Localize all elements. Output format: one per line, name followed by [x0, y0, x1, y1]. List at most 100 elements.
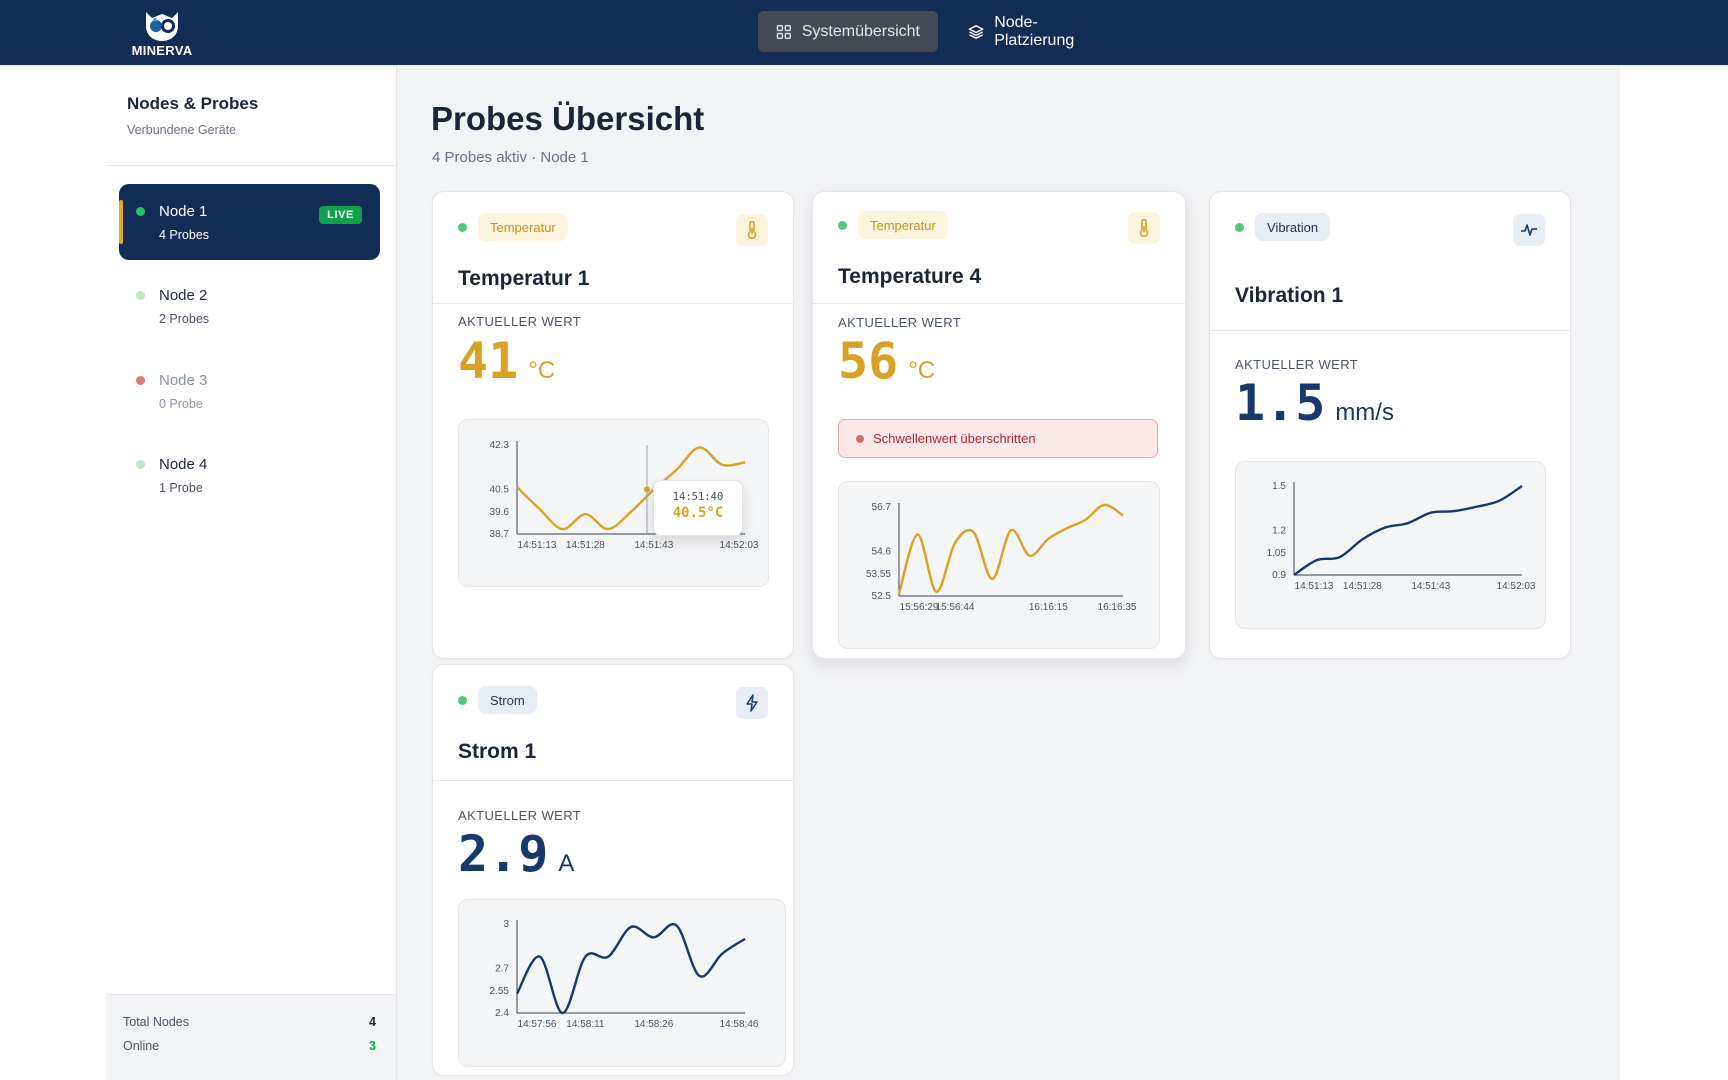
probe-type-badge: Temperatur — [858, 211, 948, 239]
online-label: Online — [123, 1039, 160, 1053]
tooltip-value: 40.5°C — [672, 505, 724, 521]
sidebar: Nodes & Probes Verbundene Geräte Node 1 … — [106, 66, 397, 1080]
nav-label: Node-Platzierung — [994, 13, 1075, 49]
sidebar-item-node-2[interactable]: Node 2 2 Probes — [119, 268, 380, 344]
nav-node-platzierung[interactable]: Node-Platzierung — [950, 11, 1130, 52]
current-value: 41 °C — [458, 332, 555, 390]
current-value: 56 °C — [838, 332, 935, 390]
x-tick-label: 14:51:13 — [518, 540, 557, 551]
current-value: 2.9 A — [458, 825, 574, 883]
current-value-label: AKTUELLER WERT — [458, 314, 582, 329]
threshold-alert: Schwellenwert überschritten — [838, 419, 1158, 458]
y-tick-label: 1.5 — [1272, 481, 1286, 492]
probe-type-badge: Vibration — [1255, 213, 1331, 241]
y-tick-label: 40.5 — [490, 485, 510, 496]
current-value-label: AKTUELLER WERT — [458, 808, 582, 823]
total-nodes-value: 4 — [369, 1015, 376, 1029]
probe-name: Temperatur 1 — [458, 267, 590, 290]
node-probe-count: 2 Probes — [159, 312, 210, 326]
value-number: 1.5 — [1235, 374, 1326, 432]
x-tick-label: 14:51:28 — [1343, 581, 1382, 592]
y-tick-label: 2.7 — [495, 964, 509, 975]
status-dot — [458, 223, 467, 232]
x-tick-label: 14:51:13 — [1295, 581, 1334, 592]
y-tick-label: 39.6 — [490, 507, 510, 518]
thermometer-icon[interactable] — [736, 214, 768, 246]
probe-chart[interactable]: 3 2.7 2.55 2.4 14:57:56 14:58:11 14:58:26 14:58… — [458, 899, 786, 1067]
series-line — [1293, 484, 1523, 577]
probe-card-vibration-1[interactable]: Vibration Vibration 1 AKTUELLER WERT 1.5… — [1209, 191, 1571, 659]
online-value: 3 — [369, 1039, 376, 1053]
x-tick-label: 14:57:56 — [518, 1019, 557, 1030]
node-name: Node 3 — [159, 372, 208, 389]
value-number: 56 — [838, 332, 899, 390]
sidebar-item-node-1[interactable]: Node 1 4 Probes LIVE — [119, 184, 380, 260]
online-nodes-row: Online 3 — [123, 1039, 376, 1053]
page-title: Probes Übersicht — [431, 100, 705, 137]
node-name: Node 2 — [159, 287, 208, 304]
owl-logo-icon — [146, 12, 178, 41]
node-probe-count: 4 Probes — [159, 228, 210, 242]
value-number: 41 — [458, 332, 519, 390]
probe-name: Strom 1 — [458, 740, 537, 763]
total-nodes-row: Total Nodes 4 — [123, 1015, 376, 1029]
card-divider — [433, 780, 793, 781]
x-tick-label: 15:56:44 — [936, 602, 975, 613]
probe-chart[interactable]: 42.3 40.5 39.6 38.7 14:51:13 14:51:28 14:51:43… — [458, 419, 769, 587]
probe-name: Temperature 4 — [838, 265, 982, 288]
current-value: 1.5 mm/s — [1235, 374, 1394, 432]
probe-card-temperature-4[interactable]: Temperatur Temperature 4 AKTUELLER WERT … — [812, 191, 1186, 659]
x-tick-label: 14:51:28 — [566, 540, 605, 551]
value-unit: mm/s — [1335, 399, 1394, 426]
total-nodes-label: Total Nodes — [123, 1015, 190, 1029]
page-subtitle: 4 Probes aktiv · Node 1 — [432, 149, 589, 166]
chart-tooltip: 14:51:40 40.5°C — [653, 480, 743, 536]
status-dot — [458, 696, 467, 705]
y-tick-label: 3 — [503, 919, 509, 930]
right-margin — [1620, 66, 1728, 1080]
hover-point — [643, 486, 650, 493]
sidebar-item-node-3[interactable]: Node 3 0 Probe — [119, 353, 380, 429]
card-divider — [433, 303, 793, 304]
y-tick-label: 2.4 — [495, 1008, 509, 1019]
sidebar-title: Nodes & Probes — [127, 94, 259, 113]
value-unit: °C — [908, 357, 936, 384]
probe-card-strom-1[interactable]: Strom Strom 1 AKTUELLER WERT 2.9 A 3 2.7 2… — [432, 664, 794, 1076]
x-tick-label: 14:51:43 — [634, 540, 673, 551]
current-value-label: AKTUELLER WERT — [838, 315, 962, 330]
y-tick-label: 1.2 — [1272, 526, 1286, 537]
main-content: Probes Übersicht 4 Probes aktiv · Node 1… — [398, 66, 1620, 1080]
x-tick-label: 16:16:35 — [1098, 602, 1137, 613]
line-chart-svg: 1.5 1.2 1.05 0.9 14:51:13 14:51:28 14:51:43 14:… — [1267, 481, 1536, 592]
probe-chart[interactable]: 56.7 54.6 53.55 52.5 15:56:29 15:56:44 16:16:1… — [838, 481, 1160, 649]
sidebar-item-node-4[interactable]: Node 4 1 Probe — [119, 437, 380, 513]
left-margin — [0, 66, 106, 1080]
y-tick-label: 54.6 — [872, 547, 892, 558]
layers-icon — [968, 24, 984, 39]
probe-chart[interactable]: 1.5 1.2 1.05 0.9 14:51:13 14:51:28 14:51:43 14:… — [1235, 461, 1546, 629]
x-tick-label: 14:52:03 — [1497, 581, 1536, 592]
activity-icon[interactable] — [1513, 214, 1545, 246]
lightning-icon[interactable] — [736, 687, 768, 719]
value-unit: A — [558, 850, 575, 877]
status-dot — [136, 376, 145, 385]
value-number: 2.9 — [458, 825, 549, 883]
grid-icon — [776, 24, 791, 39]
x-tick-label: 16:16:15 — [1029, 602, 1068, 613]
x-tick-label: 14:58:26 — [634, 1019, 673, 1030]
app-name: MINERVA — [131, 43, 193, 58]
live-badge: LIVE — [319, 206, 362, 224]
app-logo[interactable]: MINERVA — [130, 6, 194, 58]
node-name: Node 4 — [159, 456, 208, 473]
tooltip-time: 14:51:40 — [672, 491, 724, 503]
probe-type-badge: Strom — [478, 686, 537, 714]
current-value-label: AKTUELLER WERT — [1235, 357, 1359, 372]
card-divider — [1210, 330, 1570, 331]
y-tick-label: 52.5 — [872, 591, 892, 602]
y-tick-label: 1.05 — [1267, 548, 1287, 559]
nav-systemuebersicht[interactable]: Systemübersicht — [758, 11, 938, 52]
y-tick-label: 38.7 — [490, 529, 510, 540]
sidebar-subtitle: Verbundene Geräte — [127, 123, 237, 137]
thermometer-icon[interactable] — [1128, 212, 1160, 244]
probe-card-temperatur-1[interactable]: Temperatur Temperatur 1 AKTUELLER WERT 4… — [432, 191, 794, 659]
